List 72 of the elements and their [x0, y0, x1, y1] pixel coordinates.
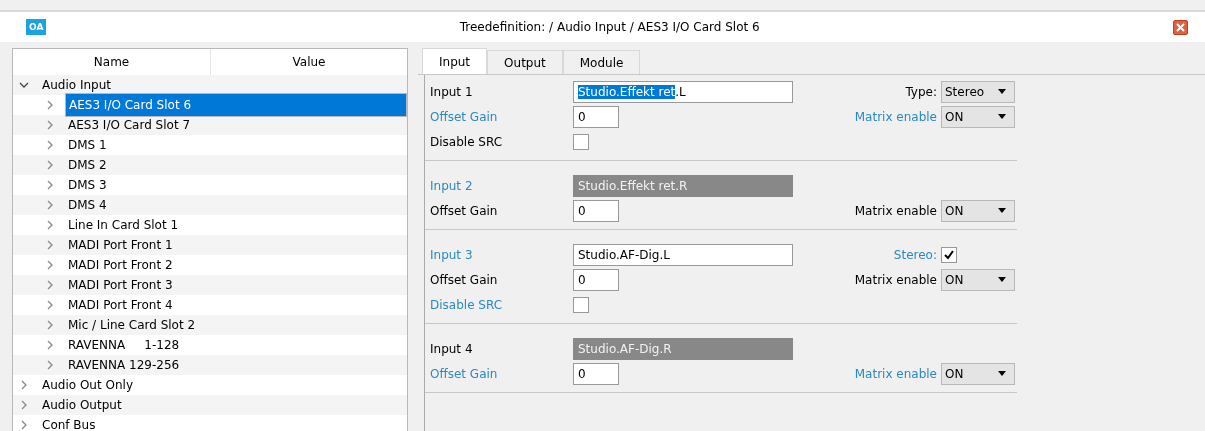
field-label: Offset Gain: [430, 109, 499, 124]
chevron-right-icon[interactable]: [19, 400, 29, 410]
name-field[interactable]: Studio.Effekt ret.L: [573, 80, 793, 103]
name-field: Studio.AF-Dig.R: [573, 337, 793, 360]
tree-item[interactable]: AES3 I/O Card Slot 6: [65, 93, 407, 117]
checkbox[interactable]: [573, 133, 589, 150]
chevron-right-icon[interactable]: [45, 240, 55, 250]
field-label: Offset Gain: [430, 203, 499, 218]
chevron-right-icon[interactable]: [45, 140, 55, 150]
checkbox[interactable]: [941, 246, 957, 263]
field-label: Input 2: [430, 178, 474, 193]
name-field: Studio.Effekt ret.R: [573, 174, 793, 197]
chevron-right-icon[interactable]: [45, 120, 55, 130]
tab[interactable]: Output: [487, 50, 563, 74]
gain-field[interactable]: 0: [573, 362, 619, 385]
chevron-right-icon[interactable]: [45, 180, 55, 190]
chevron-right-icon[interactable]: [45, 160, 55, 170]
tree-item[interactable]: RAVENNA 1-128: [65, 335, 407, 355]
field-label: Input 3: [430, 247, 474, 262]
caret-icon: [998, 371, 1006, 376]
field-label: Disable SRC: [430, 297, 504, 312]
caret-icon: [998, 277, 1006, 282]
chevron-right-icon[interactable]: [45, 320, 55, 330]
column-header[interactable]: Value: [211, 49, 407, 75]
tree-item[interactable]: Line In Card Slot 1: [65, 215, 407, 235]
field-label: Offset Gain: [430, 272, 499, 287]
gain-field[interactable]: 0: [573, 105, 619, 128]
chevron-right-icon[interactable]: [45, 360, 55, 370]
name-field[interactable]: Studio.AF-Dig.L: [573, 243, 793, 266]
chevron-right-icon[interactable]: [45, 220, 55, 230]
window-title: Treedefinition: / Audio Input / AES3 I/O Card Slot 6: [458, 20, 761, 34]
dropdown[interactable]: ON: [941, 268, 1015, 291]
field-label: Matrix enable: [854, 366, 937, 381]
close-icon: [1176, 22, 1185, 32]
field-label: Disable SRC: [430, 134, 504, 149]
chevron-right-icon[interactable]: [45, 300, 55, 310]
chevron-right-icon[interactable]: [45, 200, 55, 210]
chevron-right-icon[interactable]: [45, 340, 55, 350]
caret-icon: [998, 208, 1006, 213]
chevron-down-icon[interactable]: [19, 80, 29, 90]
caret-icon: [998, 114, 1006, 119]
field-label: Input 1: [430, 84, 474, 99]
tree-item[interactable]: MADI Port Front 4: [65, 295, 407, 315]
dropdown[interactable]: Stereo: [941, 80, 1015, 103]
tab[interactable]: Input: [422, 48, 488, 74]
chevron-right-icon[interactable]: [19, 420, 29, 430]
dropdown[interactable]: ON: [941, 199, 1015, 222]
tree-item[interactable]: DMS 3: [65, 175, 407, 195]
caret-icon: [998, 89, 1006, 94]
close-button[interactable]: [1173, 19, 1188, 35]
chevron-right-icon[interactable]: [45, 260, 55, 270]
field-label: Offset Gain: [430, 366, 499, 381]
tree-item[interactable]: Conf Bus: [39, 415, 407, 431]
gain-field[interactable]: 0: [573, 199, 619, 222]
chevron-right-icon[interactable]: [45, 100, 55, 110]
dropdown[interactable]: ON: [941, 105, 1015, 128]
field-label: Matrix enable: [854, 109, 937, 124]
dropdown[interactable]: ON: [941, 362, 1015, 385]
app-logo: OA: [26, 19, 47, 35]
field-label: Stereo:: [893, 247, 937, 262]
field-label: Input 4: [430, 341, 474, 356]
tree-item[interactable]: DMS 1: [65, 135, 407, 155]
tree-item[interactable]: Audio Out Only: [39, 375, 407, 395]
tree-item[interactable]: MADI Port Front 2: [65, 255, 407, 275]
tab[interactable]: Module: [562, 50, 641, 74]
field-label: Matrix enable: [854, 203, 937, 218]
checkbox[interactable]: [573, 296, 589, 313]
chevron-right-icon[interactable]: [19, 380, 29, 390]
field-label: Type:: [905, 84, 937, 99]
chevron-right-icon[interactable]: [45, 280, 55, 290]
gain-field[interactable]: 0: [573, 268, 619, 291]
field-label: Matrix enable: [854, 272, 937, 287]
